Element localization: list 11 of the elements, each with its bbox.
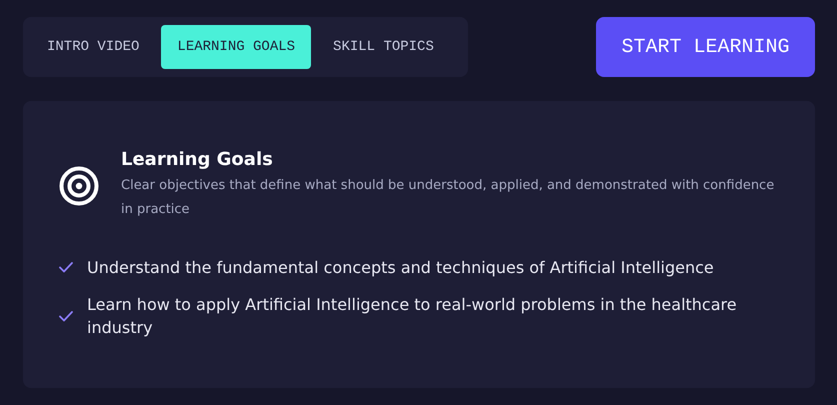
target-icon: [59, 166, 99, 206]
tab[interactable]: SKILL TOPICS: [317, 25, 450, 69]
panel-description: Clear objectives that define what should be understood, applied, and demonstrated with confidence in practice: [121, 177, 776, 219]
tab[interactable]: LEARNING GOALS: [161, 25, 312, 69]
goal-text: Understand the fundamental concepts and techniques of Artificial Intelligence: [87, 257, 714, 279]
panel-title: Learning Goals: [121, 149, 274, 170]
check-icon: [59, 310, 73, 322]
check-icon: [59, 262, 73, 273]
goal-text: Learn how to apply Artificial Intelligence to real-world problems in the healthcare industry: [87, 294, 738, 339]
start-learning-button[interactable]: START LEARNING: [596, 17, 815, 77]
tab[interactable]: INTRO VIDEO: [31, 25, 156, 69]
